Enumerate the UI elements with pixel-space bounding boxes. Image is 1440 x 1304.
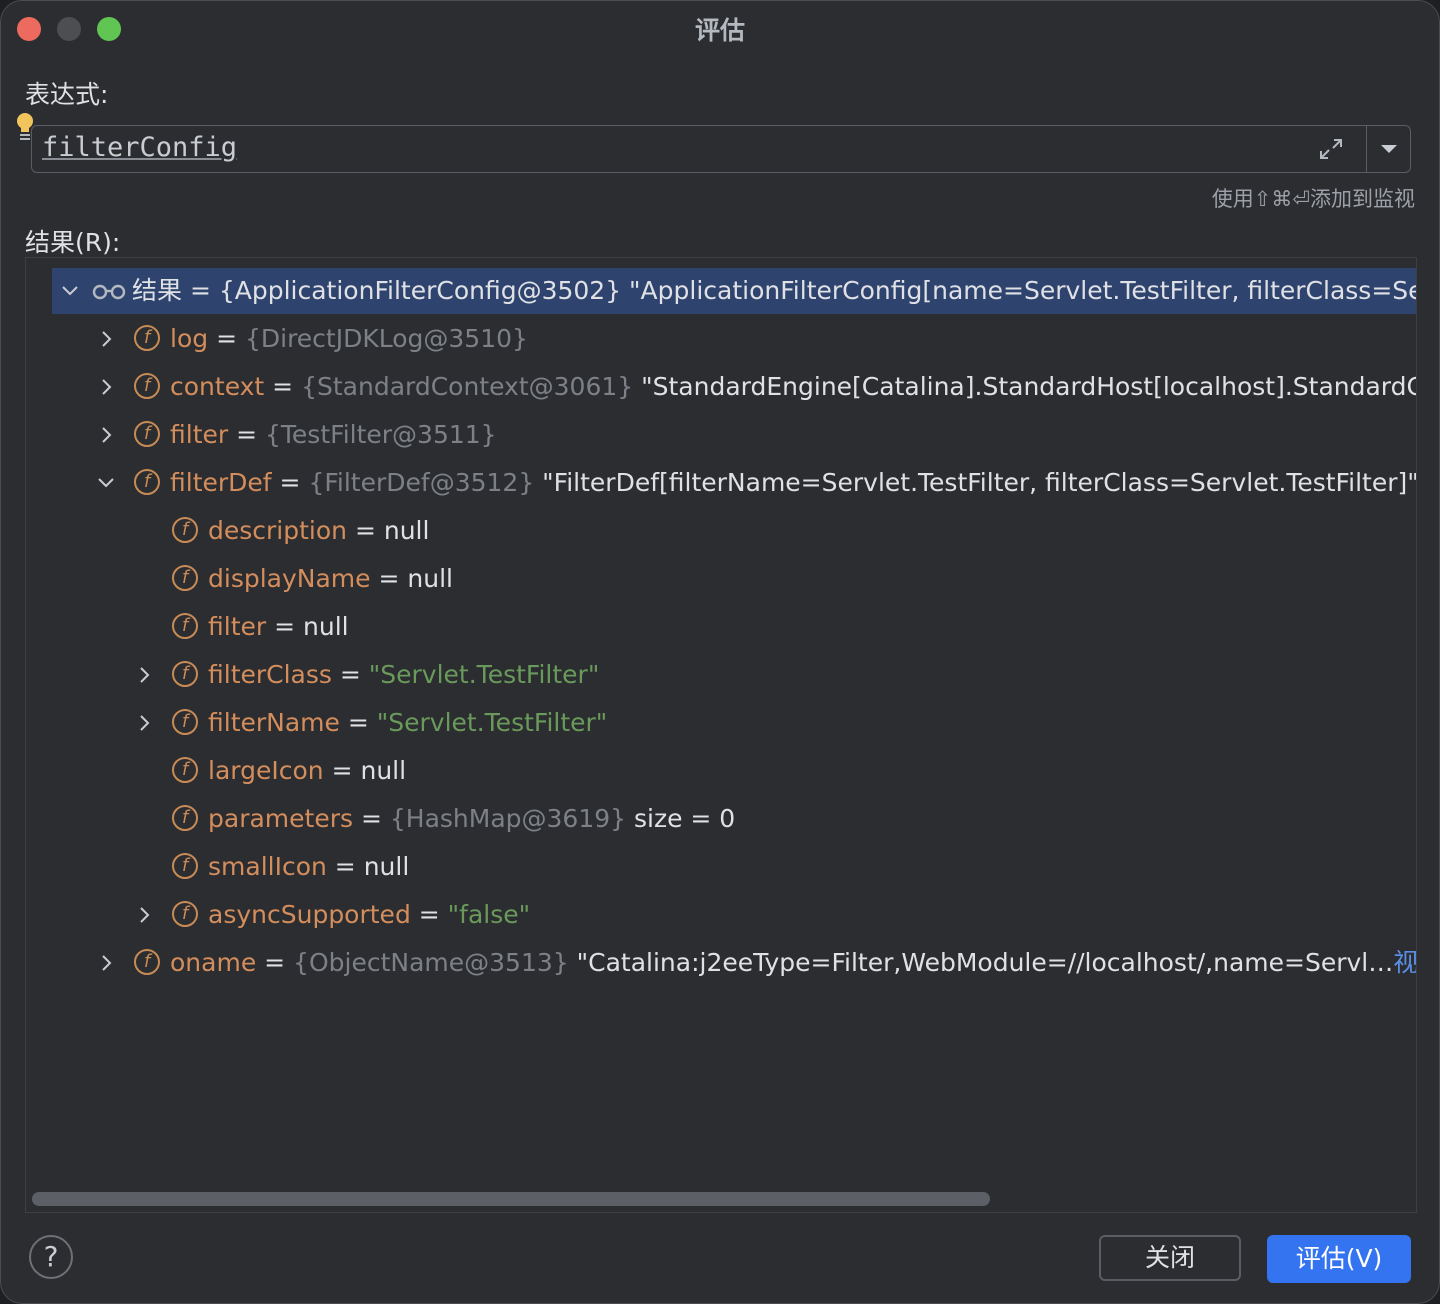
tree-row-filterclass[interactable]: f filterClass = "Servlet.TestFilter" <box>26 652 1416 698</box>
field-icon: f <box>172 661 198 687</box>
field-icon: f <box>172 805 198 831</box>
evaluate-button[interactable]: 评估(V) <box>1267 1235 1411 1283</box>
row-name: 结果 <box>132 276 183 305</box>
horizontal-scrollbar[interactable] <box>32 1192 990 1206</box>
chevron-down-icon[interactable] <box>58 268 82 314</box>
field-icon: f <box>134 373 160 399</box>
field-icon: f <box>172 613 198 639</box>
tree-row-asyncsupported[interactable]: f asyncSupported = "false" <box>26 892 1416 938</box>
tree-row-filter[interactable]: f filter = {TestFilter@3511} <box>26 412 1416 458</box>
results-tree[interactable]: 结果 = {ApplicationFilterConfig@3502} "App… <box>25 257 1417 1213</box>
window-title: 评估 <box>694 16 745 45</box>
tree-row-context[interactable]: f context = {StandardContext@3061} "Stan… <box>26 364 1416 410</box>
help-button[interactable]: ? <box>29 1235 73 1279</box>
field-icon: f <box>134 421 160 447</box>
tree-row-oname[interactable]: f oname = {ObjectName@3513} "Catalina:j2… <box>26 940 1416 986</box>
chevron-right-icon[interactable] <box>132 652 156 698</box>
field-icon: f <box>172 517 198 543</box>
view-link[interactable]: 视图 <box>1393 948 1416 977</box>
field-icon: f <box>134 325 160 351</box>
row-object-id: {ApplicationFilterConfig@3502} <box>218 276 622 305</box>
input-separator <box>1366 126 1367 172</box>
expression-label: 表达式: <box>25 80 109 109</box>
row-value: "ApplicationFilterConfig[name=Servlet.Te… <box>621 276 1417 305</box>
tree-row-parameters[interactable]: f parameters = {HashMap@3619} size = 0 <box>26 796 1416 842</box>
tree-row-result[interactable]: 结果 = {ApplicationFilterConfig@3502} "App… <box>52 268 1416 314</box>
close-button[interactable]: 关闭 <box>1099 1235 1241 1281</box>
tree-row-filter-null[interactable]: f filter = null <box>26 604 1416 650</box>
results-label: 结果(R): <box>25 228 121 257</box>
add-to-watch-hint: 使用⇧⌘⏎添加到监视 <box>1211 187 1415 211</box>
watch-glasses-icon <box>92 284 126 300</box>
field-icon: f <box>172 901 198 927</box>
tree-row-displayname[interactable]: f displayName = null <box>26 556 1416 602</box>
chevron-right-icon[interactable] <box>94 940 118 986</box>
evaluate-dialog: 评估 表达式: filterConfig 使用⇧⌘⏎添加到监视 结果(R): 结… <box>0 0 1440 1304</box>
expression-input[interactable]: filterConfig <box>31 125 1411 173</box>
field-icon: f <box>172 709 198 735</box>
chevron-right-icon[interactable] <box>94 364 118 410</box>
expression-value[interactable]: filterConfig <box>42 132 237 163</box>
field-icon: f <box>134 469 160 495</box>
chevron-down-icon[interactable] <box>94 460 118 506</box>
field-icon: f <box>172 565 198 591</box>
field-icon: f <box>172 853 198 879</box>
chevron-right-icon[interactable] <box>94 316 118 362</box>
field-icon: f <box>172 757 198 783</box>
tree-row-log[interactable]: f log = {DirectJDKLog@3510} <box>26 316 1416 362</box>
field-icon: f <box>134 949 160 975</box>
expand-icon[interactable] <box>1314 132 1348 166</box>
tree-row-filterdef[interactable]: f filterDef = {FilterDef@3512} "FilterDe… <box>26 460 1416 506</box>
tree-row-smallicon[interactable]: f smallIcon = null <box>26 844 1416 890</box>
tree-row-description[interactable]: f description = null <box>26 508 1416 554</box>
tree-row-largeicon[interactable]: f largeIcon = null <box>26 748 1416 794</box>
chevron-right-icon[interactable] <box>132 892 156 938</box>
chevron-right-icon[interactable] <box>94 412 118 458</box>
tree-row-filtername[interactable]: f filterName = "Servlet.TestFilter" <box>26 700 1416 746</box>
chevron-right-icon[interactable] <box>132 700 156 746</box>
history-dropdown-icon[interactable] <box>1368 126 1410 172</box>
